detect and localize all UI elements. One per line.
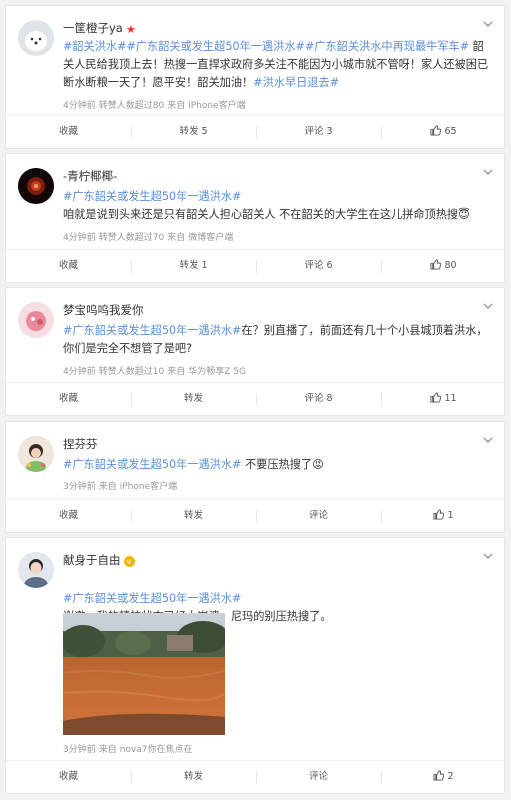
- source-label: 来自: [98, 482, 117, 492]
- repost-count-note: 转赞人数超过80: [98, 101, 165, 111]
- source-label: 来自: [98, 745, 117, 755]
- post-body: 不要压热搜了😡: [241, 458, 324, 471]
- post-body: 咱就是说到头来还是只有韶关人担心韶关人 不在韶关的大学生在这儿拼命顶热搜😇: [63, 208, 470, 221]
- timestamp[interactable]: 4分钟前: [63, 101, 96, 111]
- comment-button[interactable]: 评论 3: [256, 116, 381, 148]
- like-button[interactable]: 80: [381, 250, 506, 282]
- thumbs-up-icon: [430, 252, 442, 284]
- comment-button[interactable]: 评论: [256, 761, 381, 793]
- thumbs-up-icon: [430, 118, 442, 150]
- comment-button[interactable]: 评论 8: [256, 383, 381, 415]
- post-text: #广东韶关或发生超50年一遇洪水#在？别直播了，前面还有几十个小县城顶着洪水，你…: [63, 322, 490, 358]
- username[interactable]: 梦宝呜呜我爱你: [63, 302, 144, 318]
- verified-badge-icon: v: [123, 556, 135, 567]
- repost-button[interactable]: 转发: [131, 761, 256, 793]
- repost-button[interactable]: 转发: [131, 383, 256, 415]
- source-label: 来自: [167, 101, 186, 111]
- timestamp[interactable]: 3分钟前: [63, 482, 96, 492]
- like-button[interactable]: 2: [381, 761, 506, 793]
- chevron-down-icon[interactable]: [482, 300, 494, 312]
- avatar[interactable]: [18, 20, 54, 56]
- like-count: 1: [447, 510, 454, 521]
- post-card: -青柠椰椰- #广东韶关或发生超50年一遇洪水# 咱就是说到头来还是只有韶关人担心…: [5, 153, 505, 283]
- username[interactable]: 捏芬芬: [63, 436, 98, 452]
- source-client[interactable]: 华为畅享Z 5G: [188, 367, 246, 377]
- flood-photo[interactable]: [63, 613, 225, 735]
- avatar[interactable]: [18, 552, 54, 588]
- hashtag-link[interactable]: #广东韶关或发生超50年一遇洪水#: [63, 458, 241, 471]
- post-meta: 4分钟前 转赞人数超过70 来自 微博客户端: [63, 230, 233, 243]
- comment-button[interactable]: 评论: [256, 500, 381, 532]
- thumbs-up-icon: [430, 385, 442, 417]
- username[interactable]: 一筐橙子ya ★: [63, 20, 136, 36]
- like-button[interactable]: 1: [381, 500, 506, 532]
- chevron-down-icon[interactable]: [482, 550, 494, 562]
- like-count: 80: [444, 260, 457, 271]
- repost-button[interactable]: 转发: [131, 500, 256, 532]
- favorite-button[interactable]: 收藏: [6, 500, 131, 532]
- hashtag-link[interactable]: #洪水早日退去#: [253, 76, 339, 89]
- source-label: 来自: [167, 367, 186, 377]
- like-button[interactable]: 11: [381, 383, 506, 415]
- like-count: 11: [444, 393, 457, 404]
- action-bar: 收藏 转发 1 评论 6 80: [6, 249, 504, 282]
- post-text: #韶关洪水##广东韶关或发生超50年一遇洪水##广东韶关洪水中再现最牛军车# 韶…: [63, 38, 490, 92]
- action-bar: 收藏 转发 评论 2: [6, 760, 504, 793]
- source-label: 来自: [167, 233, 186, 243]
- repost-count-note: 转赞人数超过10: [98, 367, 165, 377]
- username[interactable]: -青柠椰椰-: [63, 168, 117, 184]
- post-text: #广东韶关或发生超50年一遇洪水# 不要压热搜了😡: [63, 456, 490, 474]
- hashtag-link[interactable]: #韶关洪水##广东韶关或发生超50年一遇洪水##广东韶关洪水中再现最牛军车#: [63, 40, 469, 53]
- post-card: 一筐橙子ya ★ #韶关洪水##广东韶关或发生超50年一遇洪水##广东韶关洪水中再…: [5, 5, 505, 149]
- chevron-down-icon[interactable]: [482, 166, 494, 178]
- repost-button[interactable]: 转发 1: [131, 250, 256, 282]
- post-text: #广东韶关或发生超50年一遇洪水# 咱就是说到头来还是只有韶关人担心韶关人 不在韶…: [63, 188, 490, 224]
- action-bar: 收藏 转发 评论 1: [6, 499, 504, 532]
- source-client[interactable]: iPhone客户端: [120, 482, 177, 492]
- chevron-down-icon[interactable]: [482, 434, 494, 446]
- hashtag-link[interactable]: #广东韶关或发生超50年一遇洪水#: [63, 592, 241, 605]
- timestamp[interactable]: 3分钟前: [63, 745, 96, 755]
- post-meta: 3分钟前 来自 nova7你在焦点在: [63, 742, 193, 755]
- thumbs-up-icon: [433, 502, 445, 534]
- favorite-button[interactable]: 收藏: [6, 761, 131, 793]
- timestamp[interactable]: 4分钟前: [63, 367, 96, 377]
- favorite-button[interactable]: 收藏: [6, 116, 131, 148]
- username[interactable]: 献身于自由 v: [63, 552, 135, 568]
- post-meta: 3分钟前 来自 iPhone客户端: [63, 479, 177, 492]
- post-meta: 4分钟前 转赞人数超过10 来自 华为畅享Z 5G: [63, 364, 246, 377]
- post-card: 捏芬芬 #广东韶关或发生超50年一遇洪水# 不要压热搜了😡 3分钟前 来自 iPho…: [5, 421, 505, 533]
- source-client[interactable]: 微博客户端: [188, 233, 233, 243]
- avatar[interactable]: [18, 302, 54, 338]
- favorite-button[interactable]: 收藏: [6, 383, 131, 415]
- action-bar: 收藏 转发 5 评论 3 65: [6, 115, 504, 148]
- like-count: 65: [444, 126, 457, 137]
- avatar[interactable]: [18, 436, 54, 472]
- like-button[interactable]: 65: [381, 116, 506, 148]
- favorite-button[interactable]: 收藏: [6, 250, 131, 282]
- post-card: 梦宝呜呜我爱你 #广东韶关或发生超50年一遇洪水#在？别直播了，前面还有几十个小…: [5, 287, 505, 416]
- timestamp[interactable]: 4分钟前: [63, 233, 96, 243]
- comment-button[interactable]: 评论 6: [256, 250, 381, 282]
- thumbs-up-icon: [433, 763, 445, 795]
- repost-count-note: 转赞人数超过70: [98, 233, 165, 243]
- avatar[interactable]: [18, 168, 54, 204]
- source-client[interactable]: nova7你在焦点在: [120, 745, 193, 755]
- star-badge-icon: ★: [125, 23, 136, 36]
- like-count: 2: [447, 771, 454, 782]
- post-card: 献身于自由v #广东韶关或发生超50年一遇洪水# 谢邀，我的精神状态已经大崩溃，…: [5, 537, 505, 794]
- repost-button[interactable]: 转发 5: [131, 116, 256, 148]
- hashtag-link[interactable]: #广东韶关或发生超50年一遇洪水#: [63, 324, 241, 337]
- chevron-down-icon[interactable]: [482, 18, 494, 30]
- source-client[interactable]: iPhone客户端: [188, 101, 245, 111]
- hashtag-link[interactable]: #广东韶关或发生超50年一遇洪水#: [63, 190, 241, 203]
- post-meta: 4分钟前 转赞人数超过80 来自 iPhone客户端: [63, 98, 246, 111]
- action-bar: 收藏 转发 评论 8 11: [6, 382, 504, 415]
